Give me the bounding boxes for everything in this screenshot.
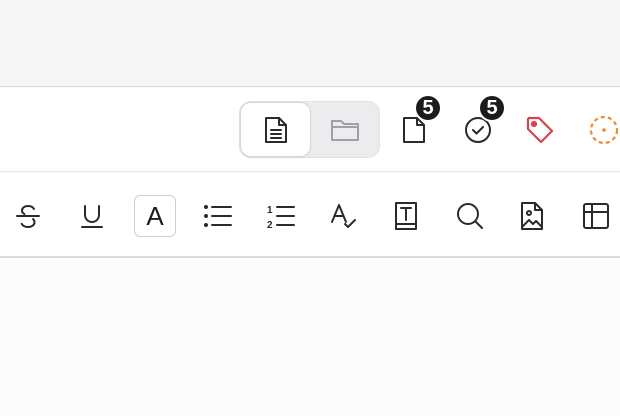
folder-icon bbox=[330, 119, 359, 141]
insert-image-button[interactable] bbox=[511, 195, 553, 237]
image-file-icon bbox=[521, 202, 543, 230]
view-switcher bbox=[239, 101, 380, 158]
bullet-list-button[interactable] bbox=[197, 195, 239, 237]
insert-table-button[interactable] bbox=[575, 195, 617, 237]
document-view-button[interactable] bbox=[240, 102, 311, 157]
strikethrough-icon bbox=[16, 204, 40, 229]
table-icon bbox=[583, 203, 609, 229]
spellcheck-icon bbox=[331, 204, 356, 228]
numbered-list-button[interactable]: 1 2 bbox=[260, 195, 302, 237]
bullet-list-icon bbox=[204, 205, 232, 227]
tag-icon bbox=[526, 116, 554, 144]
window-top-area bbox=[0, 0, 620, 87]
document-canvas[interactable] bbox=[0, 260, 620, 416]
pages-count-badge: 5 bbox=[414, 94, 442, 122]
text-block-button[interactable] bbox=[385, 195, 427, 237]
document-icon bbox=[264, 116, 287, 143]
underline-button[interactable] bbox=[71, 195, 113, 237]
strikethrough-button[interactable] bbox=[7, 195, 49, 237]
spellcheck-button[interactable] bbox=[323, 195, 365, 237]
tasks-button[interactable]: 5 bbox=[456, 94, 506, 152]
svg-text:2: 2 bbox=[267, 220, 273, 230]
numbered-list-icon: 1 2 bbox=[267, 205, 295, 230]
tag-button[interactable] bbox=[518, 108, 562, 152]
text-block-icon bbox=[395, 202, 417, 230]
status-button[interactable] bbox=[582, 108, 620, 152]
dashed-circle-icon bbox=[589, 115, 619, 145]
tasks-count-badge: 5 bbox=[478, 94, 506, 122]
font-button[interactable]: A bbox=[134, 195, 176, 237]
folder-view-button[interactable] bbox=[310, 102, 379, 157]
svg-text:1: 1 bbox=[267, 205, 273, 216]
underline-icon bbox=[81, 205, 103, 228]
search-icon bbox=[457, 203, 483, 229]
search-button[interactable] bbox=[449, 195, 491, 237]
pages-button[interactable]: 5 bbox=[392, 94, 442, 152]
font-color-icon: A bbox=[146, 201, 164, 231]
